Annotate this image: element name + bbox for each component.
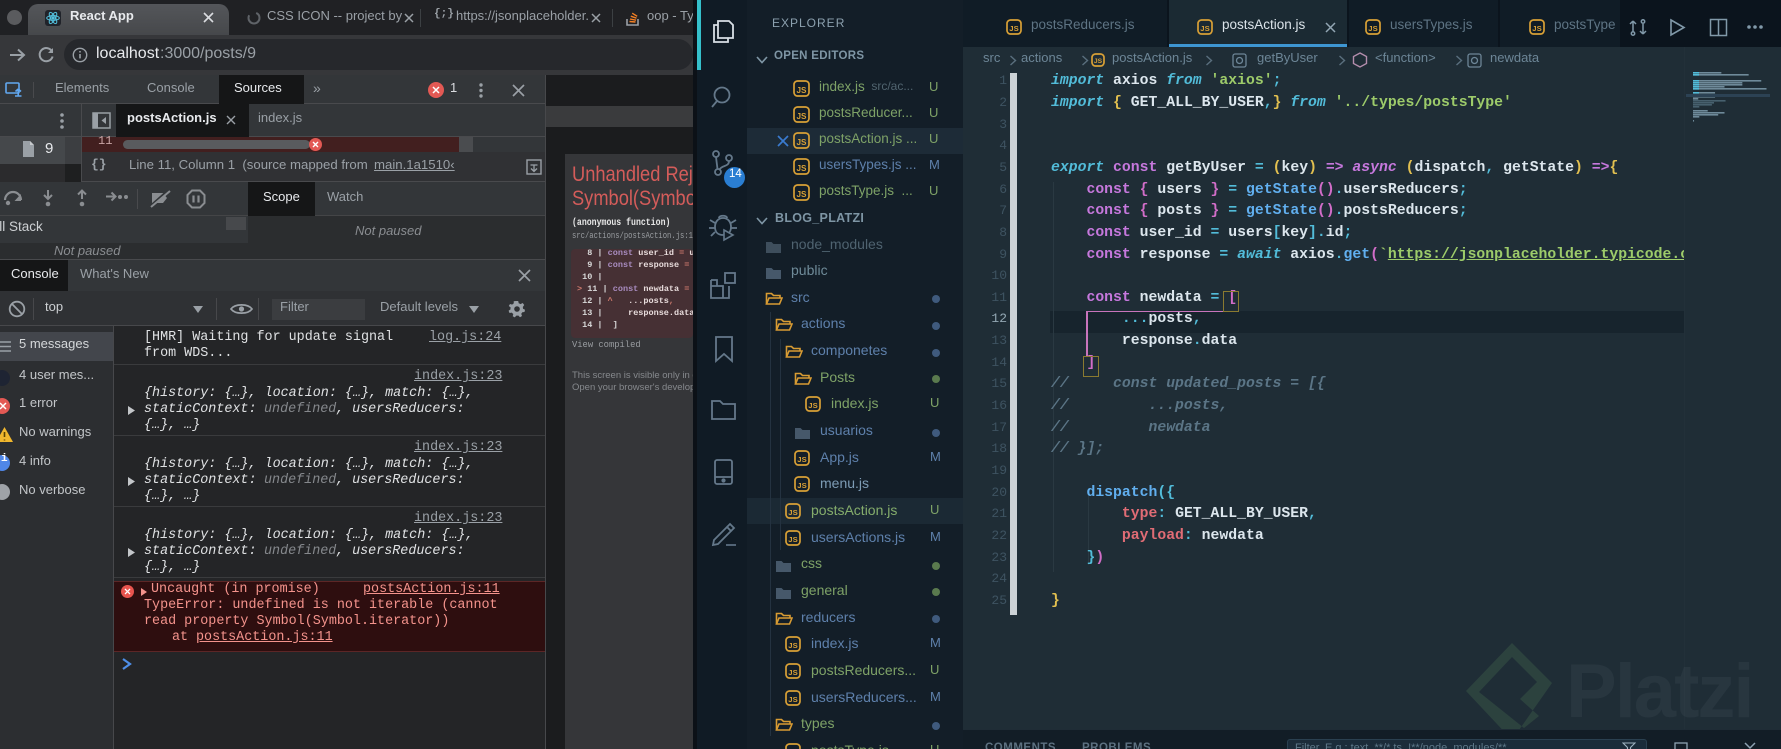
- svg-text:JS: JS: [797, 138, 808, 147]
- svg-text:JS: JS: [1532, 24, 1541, 33]
- svg-text:JS: JS: [797, 481, 806, 490]
- svg-text:JS: JS: [797, 112, 808, 121]
- svg-text:JS: JS: [788, 508, 797, 517]
- svg-text:JS: JS: [788, 641, 797, 650]
- svg-text:JS: JS: [788, 694, 797, 703]
- svg-text:JS: JS: [788, 534, 797, 543]
- svg-text:JS: JS: [1094, 58, 1103, 65]
- svg-text:JS: JS: [1368, 24, 1377, 33]
- svg-text:JS: JS: [1009, 24, 1018, 33]
- svg-text:JS: JS: [808, 401, 817, 410]
- svg-text:JS: JS: [1200, 24, 1209, 33]
- svg-text:JS: JS: [788, 668, 797, 677]
- svg-text:JS: JS: [797, 86, 808, 95]
- svg-text:JS: JS: [797, 164, 808, 173]
- svg-text:JS: JS: [797, 454, 806, 463]
- svg-text:JS: JS: [797, 190, 808, 199]
